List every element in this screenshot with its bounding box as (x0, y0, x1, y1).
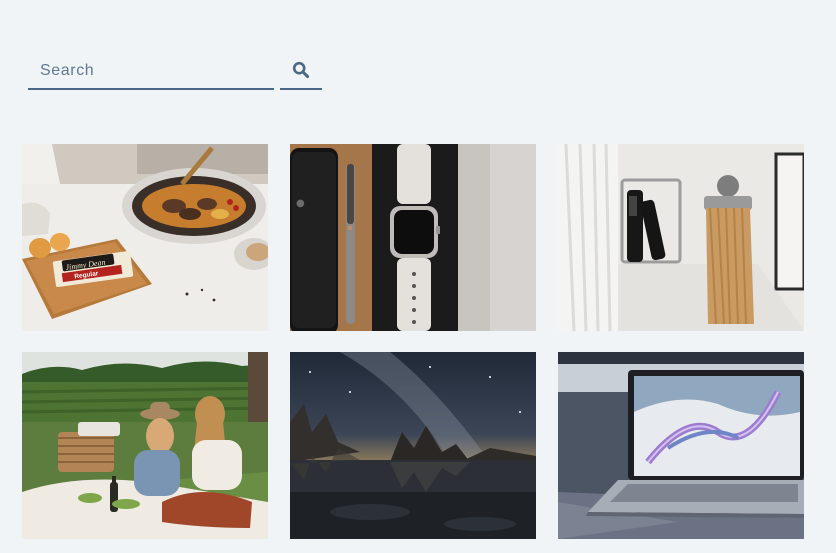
hair-extensions-image (558, 144, 804, 331)
picnic-image (22, 352, 268, 539)
milky-way-mountains-image (290, 352, 536, 539)
photo-gallery: Jimmy Dean Regular ● (22, 144, 804, 539)
search-input[interactable] (28, 54, 274, 90)
photo-picnic[interactable] (22, 352, 268, 539)
phone-pen-watch-image: ● (290, 144, 536, 331)
search-bar (28, 52, 322, 90)
search-button[interactable] (280, 52, 322, 90)
search-icon (292, 61, 310, 79)
photo-breakfast-skillet[interactable]: Jimmy Dean Regular (22, 144, 268, 331)
laptop-image (558, 352, 804, 539)
photo-phone-pen-watch[interactable]: ● (290, 144, 536, 331)
breakfast-skillet-image: Jimmy Dean Regular (22, 144, 268, 331)
photo-laptop[interactable] (558, 352, 804, 539)
photo-milky-way-mountains[interactable] (290, 352, 536, 539)
photo-hair-extensions[interactable] (558, 144, 804, 331)
svg-text:●: ● (296, 198, 305, 209)
